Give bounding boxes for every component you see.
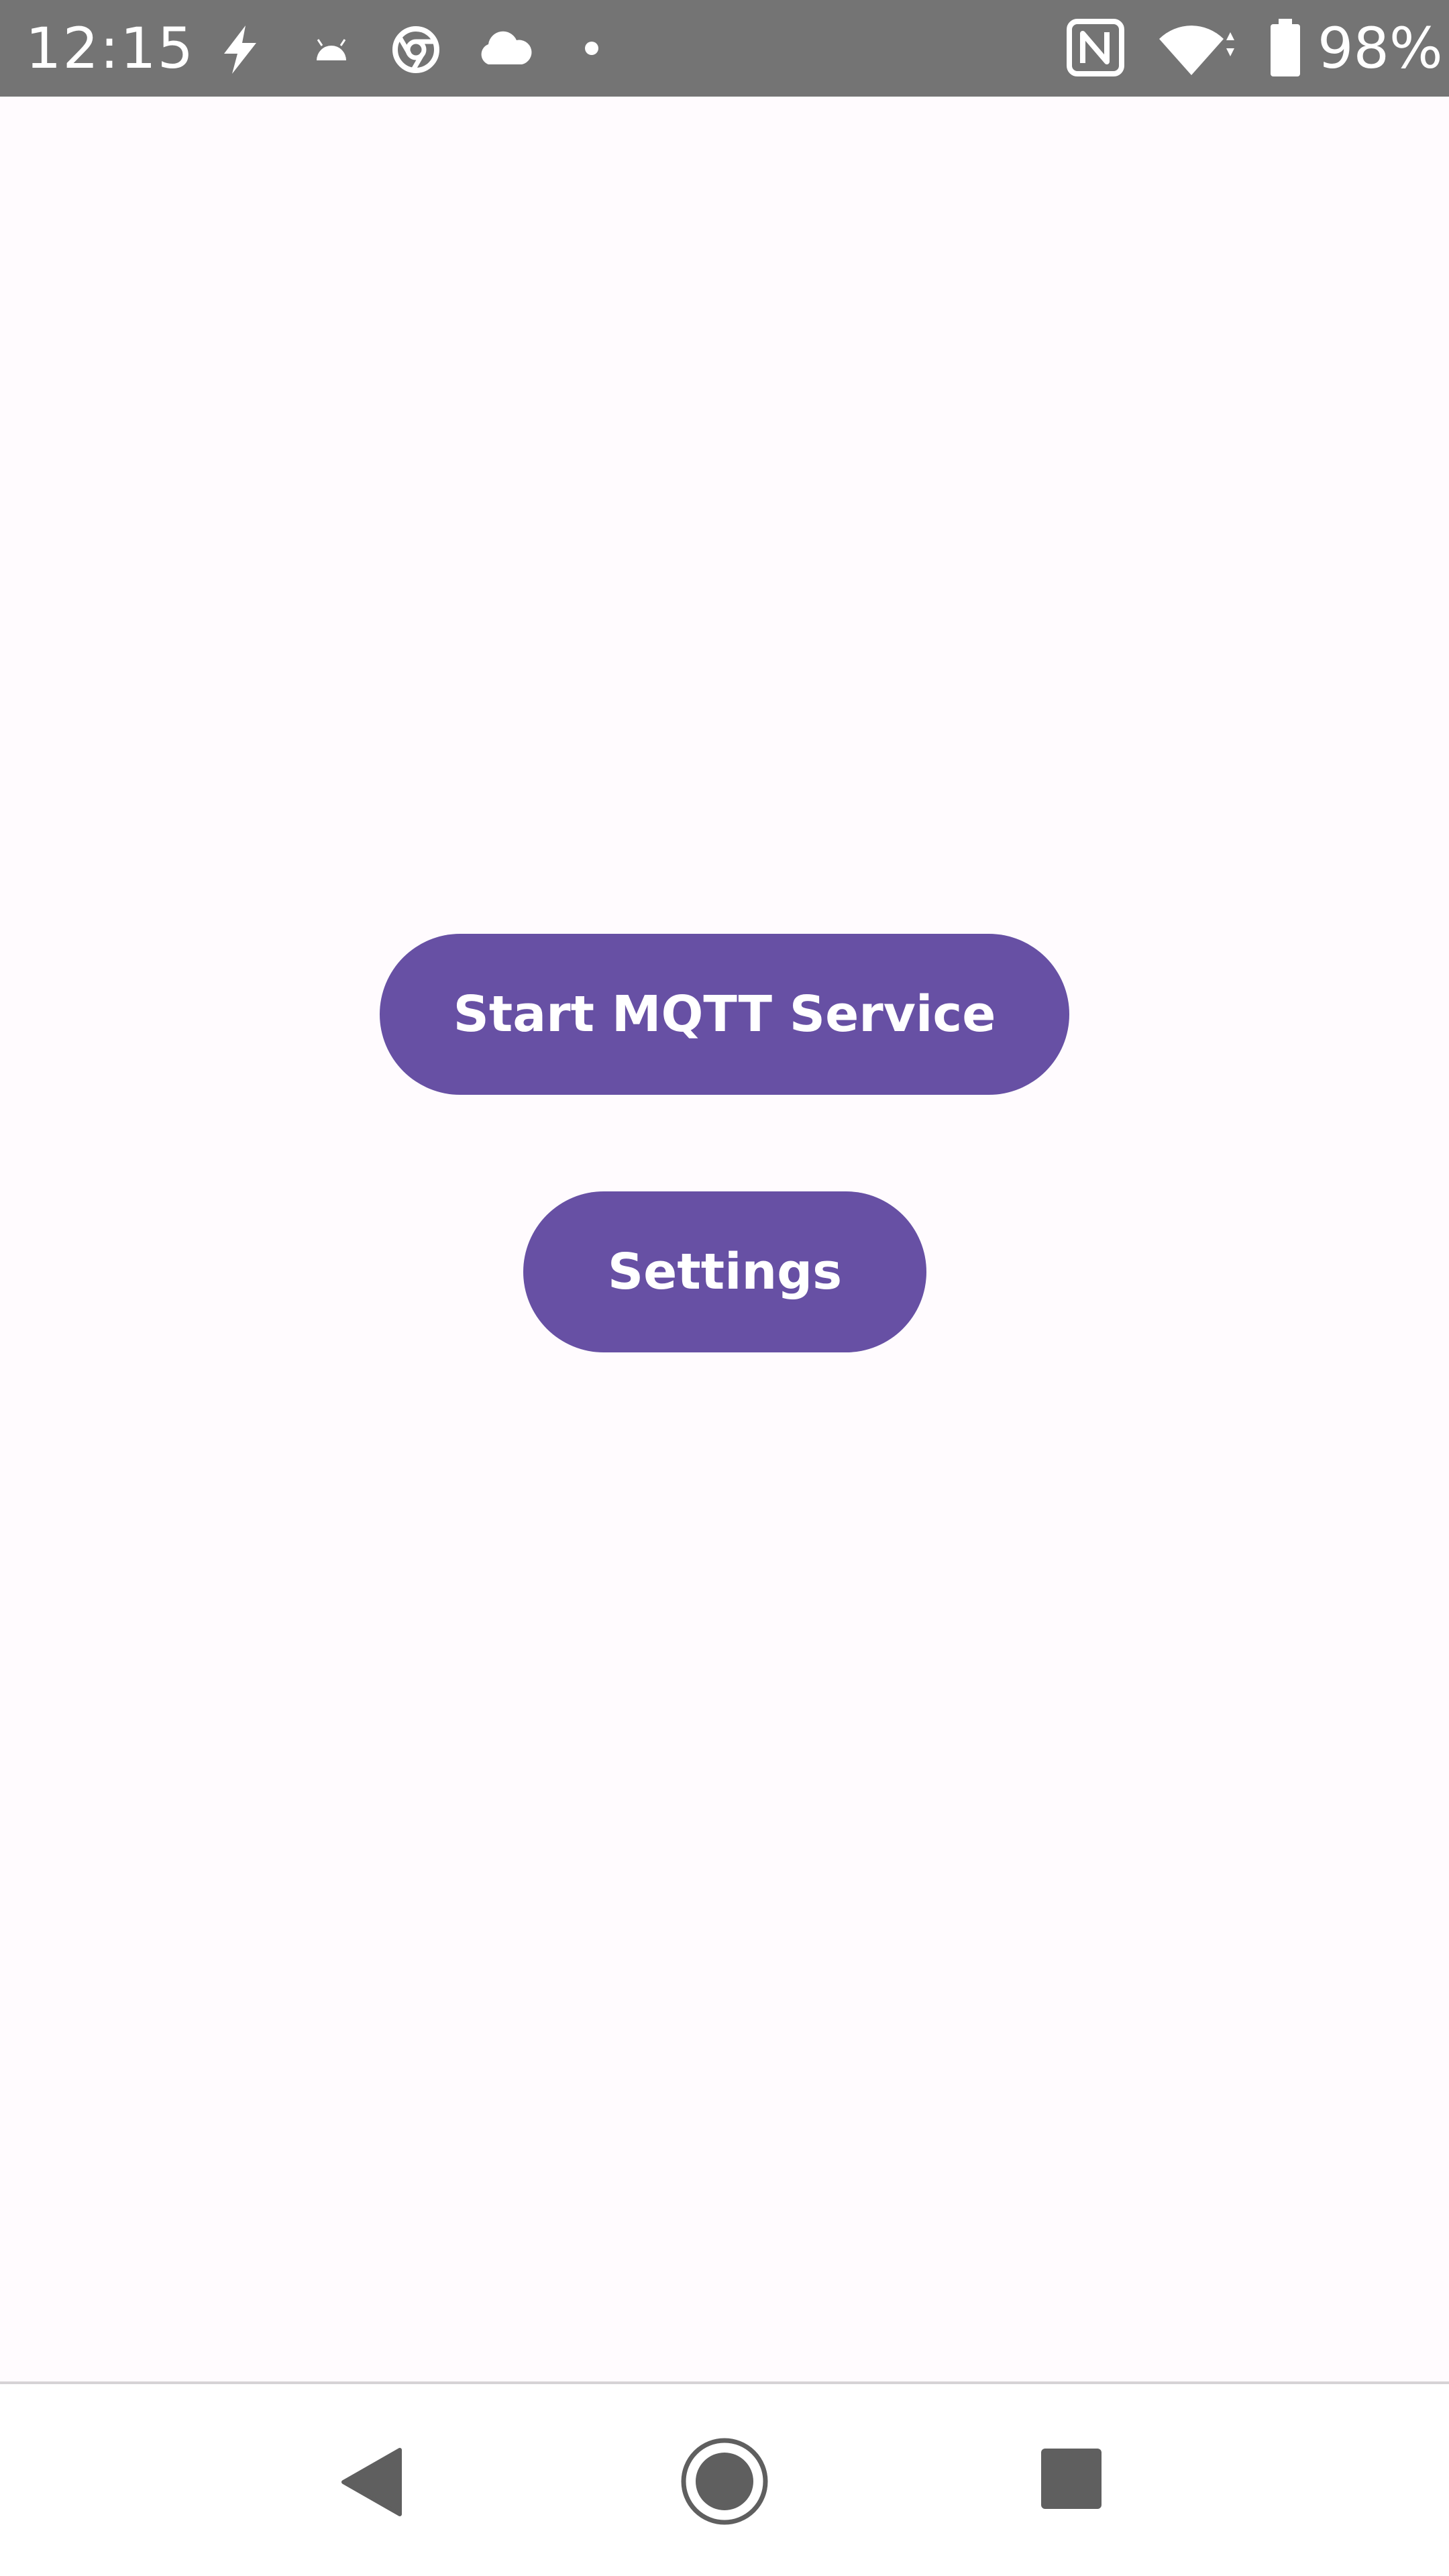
settings-button[interactable]: Settings xyxy=(523,1191,926,1352)
status-bar: 12:15 98% xyxy=(0,0,1449,97)
back-icon[interactable] xyxy=(339,2447,405,2517)
android-icon xyxy=(317,39,346,60)
battery-percent: 98% xyxy=(1318,15,1443,81)
dot-icon xyxy=(585,42,598,55)
battery-icon xyxy=(1271,19,1300,76)
bolt-icon xyxy=(224,25,256,74)
home-icon[interactable] xyxy=(680,2436,769,2526)
cloud-icon xyxy=(481,31,532,64)
nfc-icon xyxy=(1067,19,1124,76)
chrome-icon xyxy=(392,26,439,73)
navigation-bar xyxy=(0,2384,1449,2576)
status-time: 12:15 xyxy=(25,15,195,81)
start-mqtt-service-button[interactable]: Start MQTT Service xyxy=(380,934,1069,1095)
wifi-icon xyxy=(1159,25,1234,75)
recents-icon[interactable] xyxy=(1040,2447,1103,2510)
